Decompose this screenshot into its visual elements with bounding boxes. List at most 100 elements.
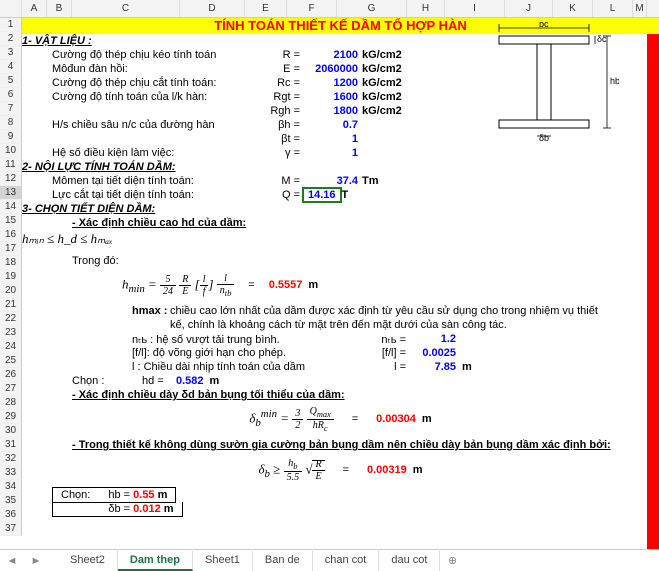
col-header-L[interactable]: L xyxy=(593,0,633,17)
unit: m xyxy=(158,489,168,501)
symbol: βh = xyxy=(262,119,302,131)
symbol: βt = xyxy=(262,133,302,145)
value[interactable]: 7.85 xyxy=(406,361,456,373)
row-header-17[interactable]: 17 xyxy=(0,242,22,256)
tab-nav-next-icon[interactable]: ► xyxy=(24,555,48,567)
symbol: M = xyxy=(262,175,302,187)
row-header-21[interactable]: 21 xyxy=(0,298,22,312)
row-header-19[interactable]: 19 xyxy=(0,270,22,284)
col-header-C[interactable]: C xyxy=(72,0,180,17)
row-header-10[interactable]: 10 xyxy=(0,144,22,158)
selected-cell[interactable]: 14.16 xyxy=(302,187,342,203)
unit: kG/cm2 xyxy=(362,91,422,103)
row-header-8[interactable]: 8 xyxy=(0,116,22,130)
add-sheet-icon[interactable]: ⊕ xyxy=(440,554,464,567)
row-header-37[interactable]: 37 xyxy=(0,522,22,536)
row-header-32[interactable]: 32 xyxy=(0,452,22,466)
col-header-J[interactable]: J xyxy=(505,0,553,17)
unit: m xyxy=(302,279,318,291)
tab-dam-thep[interactable]: Dam thep xyxy=(118,551,193,571)
row-header-7[interactable]: 7 xyxy=(0,102,22,116)
col-header-F[interactable]: F xyxy=(287,0,337,17)
col-header-D[interactable]: D xyxy=(180,0,245,17)
symbol: Rgt = xyxy=(262,91,302,103)
row-header-35[interactable]: 35 xyxy=(0,494,22,508)
symbol: [f/l] = xyxy=(362,347,406,359)
row-header-6[interactable]: 6 xyxy=(0,88,22,102)
row-header-20[interactable]: 20 xyxy=(0,284,22,298)
row-header-1[interactable]: 1 xyxy=(0,18,22,32)
row-header-27[interactable]: 27 xyxy=(0,382,22,396)
label: Cường độ thép chịu kéo tính toán xyxy=(52,49,262,61)
value[interactable]: 1200 xyxy=(302,77,362,89)
row-header-5[interactable]: 5 xyxy=(0,74,22,88)
value[interactable]: 37.4 xyxy=(302,175,362,187)
value[interactable]: 1.2 xyxy=(406,333,456,345)
row-header-22[interactable]: 22 xyxy=(0,312,22,326)
row-header-16[interactable]: 16 xyxy=(0,228,22,242)
row-header-34[interactable]: 34 xyxy=(0,480,22,494)
row-header-4[interactable]: 4 xyxy=(0,60,22,74)
row-header-11[interactable]: 11 xyxy=(0,158,22,172)
tab-ban-de[interactable]: Ban de xyxy=(253,551,313,571)
tab-chan-cot[interactable]: chan cot xyxy=(313,551,380,571)
col-header-M[interactable]: M xyxy=(633,0,647,17)
value[interactable]: 2060000 xyxy=(302,63,362,75)
symbol: δb = xyxy=(108,503,130,515)
label: Trong đó: xyxy=(72,255,119,267)
symbol: Q = xyxy=(262,189,302,201)
col-header-E[interactable]: E xyxy=(245,0,287,17)
value[interactable]: 1 xyxy=(302,147,362,159)
row-header-3[interactable]: 3 xyxy=(0,46,22,60)
row-header-2[interactable]: 2 xyxy=(0,32,22,46)
value[interactable]: 0.012 xyxy=(133,503,161,515)
label: Chọn : xyxy=(72,375,142,387)
label: Cường độ thép chịu cắt tính toán: xyxy=(52,77,262,89)
row-header-36[interactable]: 36 xyxy=(0,508,22,522)
row-header-15[interactable]: 15 xyxy=(0,214,22,228)
value[interactable]: 0.55 xyxy=(133,489,154,501)
value[interactable]: 2100 xyxy=(302,49,362,61)
row-header-13[interactable]: 13 xyxy=(0,186,22,200)
row-header-24[interactable]: 24 xyxy=(0,340,22,354)
col-header-A[interactable]: A xyxy=(22,0,47,17)
tab-nav-prev-icon[interactable]: ◄ xyxy=(0,555,24,567)
row-header-14[interactable]: 14 xyxy=(0,200,22,214)
row-header-9[interactable]: 9 xyxy=(0,130,22,144)
row-header-23[interactable]: 23 xyxy=(0,326,22,340)
row-header-33[interactable]: 33 xyxy=(0,466,22,480)
unit: m xyxy=(416,413,432,425)
result: 0.5557 xyxy=(269,279,303,291)
value[interactable]: 1 xyxy=(302,133,362,145)
row-header-29[interactable]: 29 xyxy=(0,410,22,424)
label: Cường độ tính toán của l/k hàn: xyxy=(52,91,262,103)
row-header-12[interactable]: 12 xyxy=(0,172,22,186)
worksheet-area[interactable]: TÍNH TOÁN THIẾT KẾ DẦM TỔ HỢP HÀN 1- VẬT… xyxy=(22,18,659,549)
formula-hmin: hmin = 524 RE [lf] lntb xyxy=(122,273,234,298)
row-header-31[interactable]: 31 xyxy=(0,438,22,452)
row-header-25[interactable]: 25 xyxy=(0,354,22,368)
unit: kG/cm2 xyxy=(362,105,422,117)
symbol: hb = xyxy=(108,489,130,501)
value[interactable]: 1600 xyxy=(302,91,362,103)
value[interactable]: 0.582 xyxy=(176,375,204,387)
value[interactable]: 1800 xyxy=(302,105,362,117)
row-header-26[interactable]: 26 xyxy=(0,368,22,382)
tab-sheet1[interactable]: Sheet1 xyxy=(193,551,253,571)
col-header-B[interactable]: B xyxy=(47,0,72,17)
col-header-I[interactable]: I xyxy=(445,0,505,17)
value[interactable]: 0.7 xyxy=(302,119,362,131)
row-header-28[interactable]: 28 xyxy=(0,396,22,410)
col-header-G[interactable]: G xyxy=(337,0,407,17)
tab-sheet2[interactable]: Sheet2 xyxy=(58,551,118,571)
row-header-30[interactable]: 30 xyxy=(0,424,22,438)
formula-deltab: δb ≥ hb5.5 √RE xyxy=(258,458,324,483)
row-header-18[interactable]: 18 xyxy=(0,256,22,270)
col-header-[interactable] xyxy=(0,0,22,17)
value[interactable]: 0.0025 xyxy=(406,347,456,359)
tab-dau-cot[interactable]: dau cot xyxy=(379,551,440,571)
col-header-K[interactable]: K xyxy=(553,0,593,17)
ibeam-diagram: bc hb δc δb xyxy=(479,22,619,142)
section-3: 3- CHỌN TIẾT DIỆN DẦM: xyxy=(22,203,155,215)
col-header-H[interactable]: H xyxy=(407,0,445,17)
